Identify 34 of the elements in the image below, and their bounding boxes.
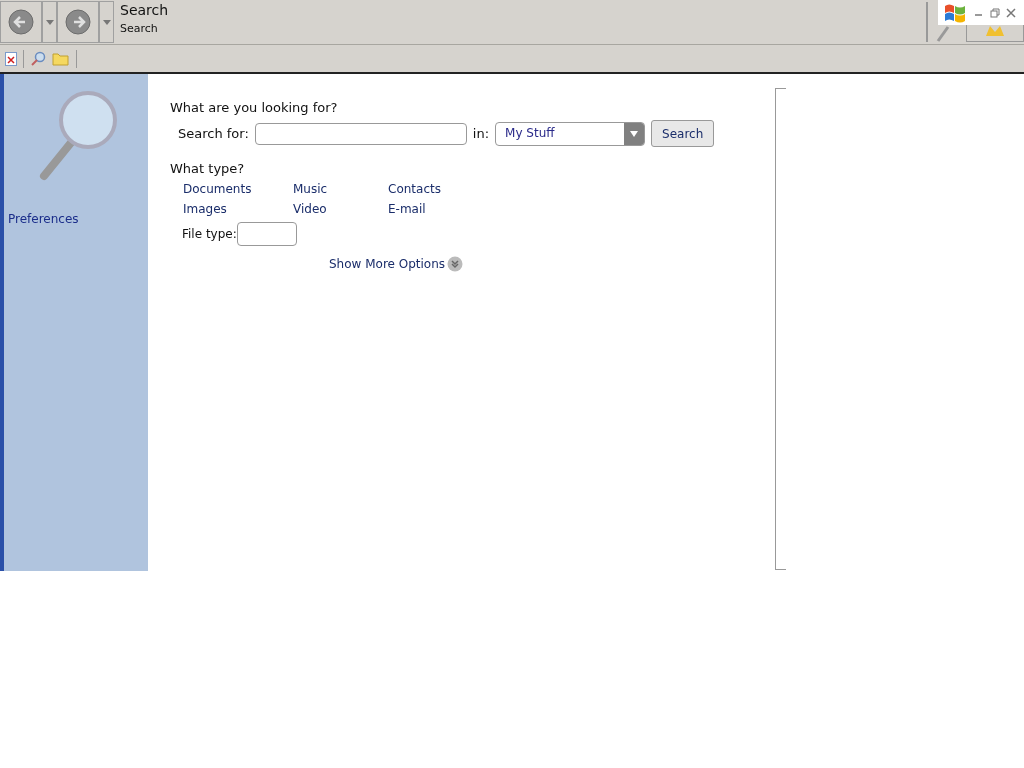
type-link[interactable]: E-mail	[388, 202, 478, 216]
type-link[interactable]: Music	[293, 182, 388, 196]
type-link[interactable]: Video	[293, 202, 388, 216]
preferences-link[interactable]: Preferences	[4, 184, 148, 226]
caret-icon	[102, 19, 111, 25]
restore-icon[interactable]	[990, 7, 1000, 18]
scope-label: in:	[472, 126, 490, 141]
double-chevron-icon[interactable]	[447, 256, 464, 272]
section-heading: What type?	[170, 161, 246, 176]
file-type-field[interactable]	[236, 222, 297, 246]
caret-icon	[45, 19, 54, 25]
caret-icon	[630, 130, 639, 137]
folder-icon[interactable]	[52, 51, 70, 66]
search-field[interactable]	[254, 122, 467, 145]
document-close-icon[interactable]	[5, 51, 17, 66]
search-icon[interactable]	[30, 50, 46, 67]
scope-dropdown[interactable]: My Stuff	[495, 121, 646, 146]
type-link[interactable]: Images	[183, 202, 293, 216]
file-type-label: File type:	[182, 227, 237, 241]
search-label: Search for:	[178, 126, 249, 141]
section-heading: What are you looking for?	[170, 100, 339, 115]
window-title: Search	[120, 2, 169, 18]
forward-dropdown-button[interactable]	[99, 1, 114, 43]
window-subtitle: Search	[120, 22, 159, 35]
type-link[interactable]: Documents	[183, 182, 293, 196]
back-dropdown-button[interactable]	[42, 1, 57, 43]
scrollbar[interactable]	[775, 88, 786, 570]
close-icon[interactable]	[1006, 7, 1016, 18]
search-button[interactable]: Search	[651, 120, 715, 147]
favorites-button[interactable]	[966, 25, 1024, 42]
show-more-options-link[interactable]: Show More Options	[329, 257, 446, 271]
back-button[interactable]	[0, 1, 42, 43]
forward-button[interactable]	[57, 1, 99, 43]
type-link[interactable]: Contacts	[388, 182, 478, 196]
